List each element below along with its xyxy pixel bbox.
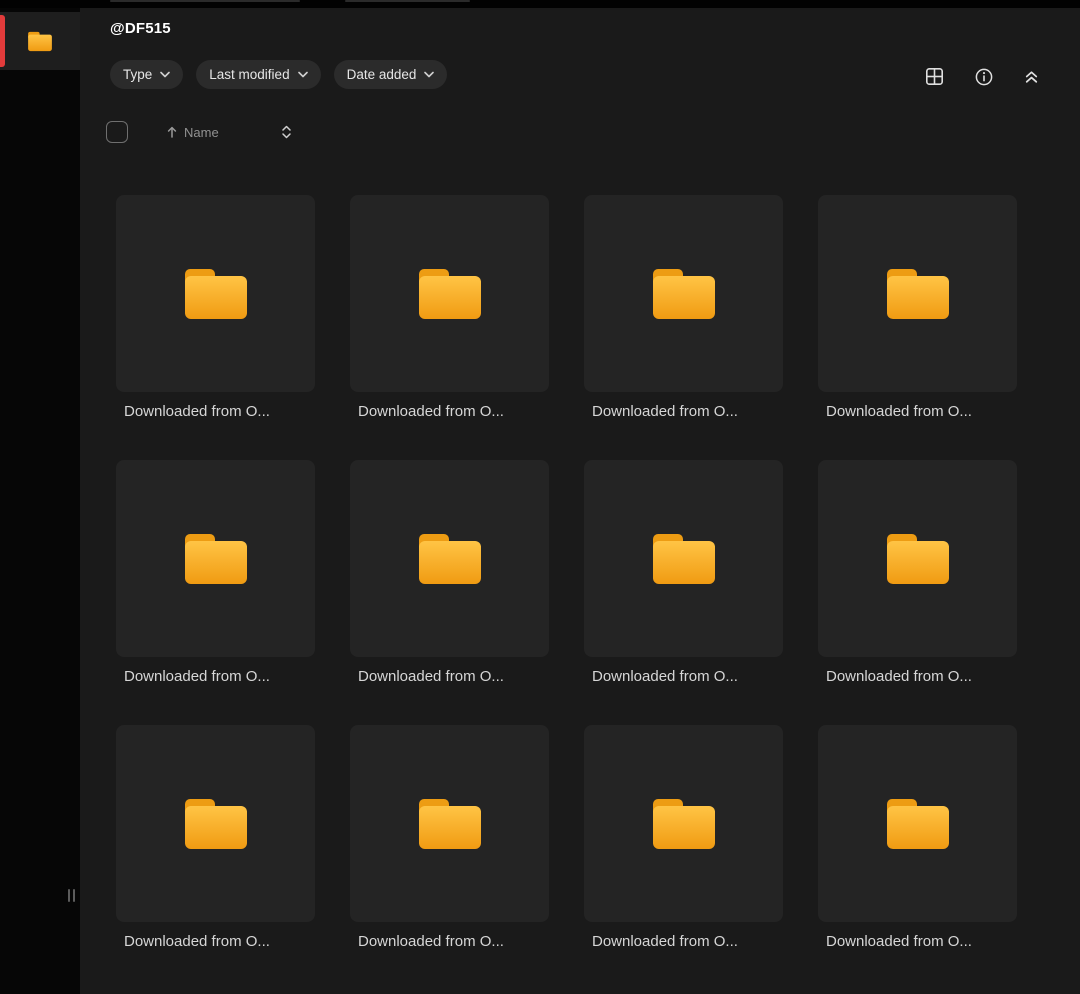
sidebar-resize-handle[interactable] [66, 887, 77, 904]
folder-icon [180, 264, 252, 324]
page-title: @DF515 [110, 20, 171, 37]
file-label: Downloaded from O... [818, 933, 1009, 950]
up-down-chevron-icon [281, 124, 292, 140]
chevron-down-icon [298, 71, 308, 78]
file-label: Downloaded from O... [350, 403, 541, 420]
file-label: Downloaded from O... [350, 668, 541, 685]
info-icon [974, 67, 994, 87]
file-tile[interactable] [818, 460, 1017, 657]
file-tile[interactable] [584, 725, 783, 922]
main-content: @DF515 Type Last modified Date added [80, 8, 1080, 994]
file-tile[interactable] [116, 725, 315, 922]
view-controls [922, 64, 1042, 89]
sort-by-name-button[interactable]: Name [166, 125, 219, 140]
select-all-checkbox[interactable] [106, 121, 128, 143]
sidebar [0, 0, 80, 994]
sort-field-label: Name [184, 125, 219, 140]
file-label: Downloaded from O... [116, 403, 307, 420]
filter-type-label: Type [123, 67, 152, 82]
sort-direction-toggle[interactable] [281, 124, 292, 140]
filter-last-modified-button[interactable]: Last modified [196, 60, 320, 89]
folder-icon [882, 264, 954, 324]
grid-view-button[interactable] [922, 64, 947, 89]
folder-icon [882, 794, 954, 854]
file-card[interactable]: Downloaded from O... [350, 460, 549, 685]
file-card[interactable]: Downloaded from O... [116, 725, 315, 950]
file-label: Downloaded from O... [116, 933, 307, 950]
info-button[interactable] [972, 65, 996, 89]
file-tile[interactable] [818, 725, 1017, 922]
file-tile[interactable] [584, 460, 783, 657]
file-tile[interactable] [116, 460, 315, 657]
file-card[interactable]: Downloaded from O... [116, 460, 315, 685]
file-card[interactable]: Downloaded from O... [818, 725, 1017, 950]
file-label: Downloaded from O... [116, 668, 307, 685]
folder-icon [648, 264, 720, 324]
chevron-down-icon [160, 71, 170, 78]
file-tile[interactable] [116, 195, 315, 392]
file-card[interactable]: Downloaded from O... [116, 195, 315, 420]
file-label: Downloaded from O... [584, 668, 775, 685]
file-tile[interactable] [350, 195, 549, 392]
collapse-all-icon [1023, 68, 1040, 85]
file-label: Downloaded from O... [818, 403, 1009, 420]
file-card[interactable]: Downloaded from O... [818, 195, 1017, 420]
filter-type-button[interactable]: Type [110, 60, 183, 89]
filter-bar: Type Last modified Date added [110, 60, 447, 89]
folder-icon [26, 30, 54, 53]
file-tile[interactable] [584, 195, 783, 392]
file-tile[interactable] [818, 195, 1017, 392]
file-card[interactable]: Downloaded from O... [584, 195, 783, 420]
file-label: Downloaded from O... [350, 933, 541, 950]
file-card[interactable]: Downloaded from O... [584, 460, 783, 685]
collapse-all-button[interactable] [1021, 66, 1042, 87]
folder-icon [414, 794, 486, 854]
cut-off-toolbar-edge [110, 0, 300, 2]
folder-icon [180, 794, 252, 854]
folder-icon [648, 794, 720, 854]
list-header: Name [106, 121, 292, 143]
file-tile[interactable] [350, 725, 549, 922]
window-top-edge [0, 0, 1080, 8]
file-label: Downloaded from O... [818, 668, 1009, 685]
filter-date-added-label: Date added [347, 67, 417, 82]
folder-icon [414, 264, 486, 324]
file-tile[interactable] [350, 460, 549, 657]
file-card[interactable]: Downloaded from O... [350, 195, 549, 420]
grid-view-icon [924, 66, 945, 87]
filter-date-added-button[interactable]: Date added [334, 60, 448, 89]
file-label: Downloaded from O... [584, 403, 775, 420]
file-grid: Downloaded from O... Downloaded from O..… [116, 195, 1017, 950]
file-card[interactable]: Downloaded from O... [350, 725, 549, 950]
file-label: Downloaded from O... [584, 933, 775, 950]
file-card[interactable]: Downloaded from O... [818, 460, 1017, 685]
active-accent-bar [0, 15, 5, 67]
sidebar-item-current-folder[interactable] [0, 12, 80, 70]
sort-ascending-arrow-icon [166, 125, 178, 139]
folder-icon [414, 529, 486, 589]
file-card[interactable]: Downloaded from O... [584, 725, 783, 950]
chevron-down-icon [424, 71, 434, 78]
folder-icon [882, 529, 954, 589]
cut-off-toolbar-edge [345, 0, 470, 2]
folder-icon [180, 529, 252, 589]
folder-icon [648, 529, 720, 589]
filter-last-modified-label: Last modified [209, 67, 289, 82]
